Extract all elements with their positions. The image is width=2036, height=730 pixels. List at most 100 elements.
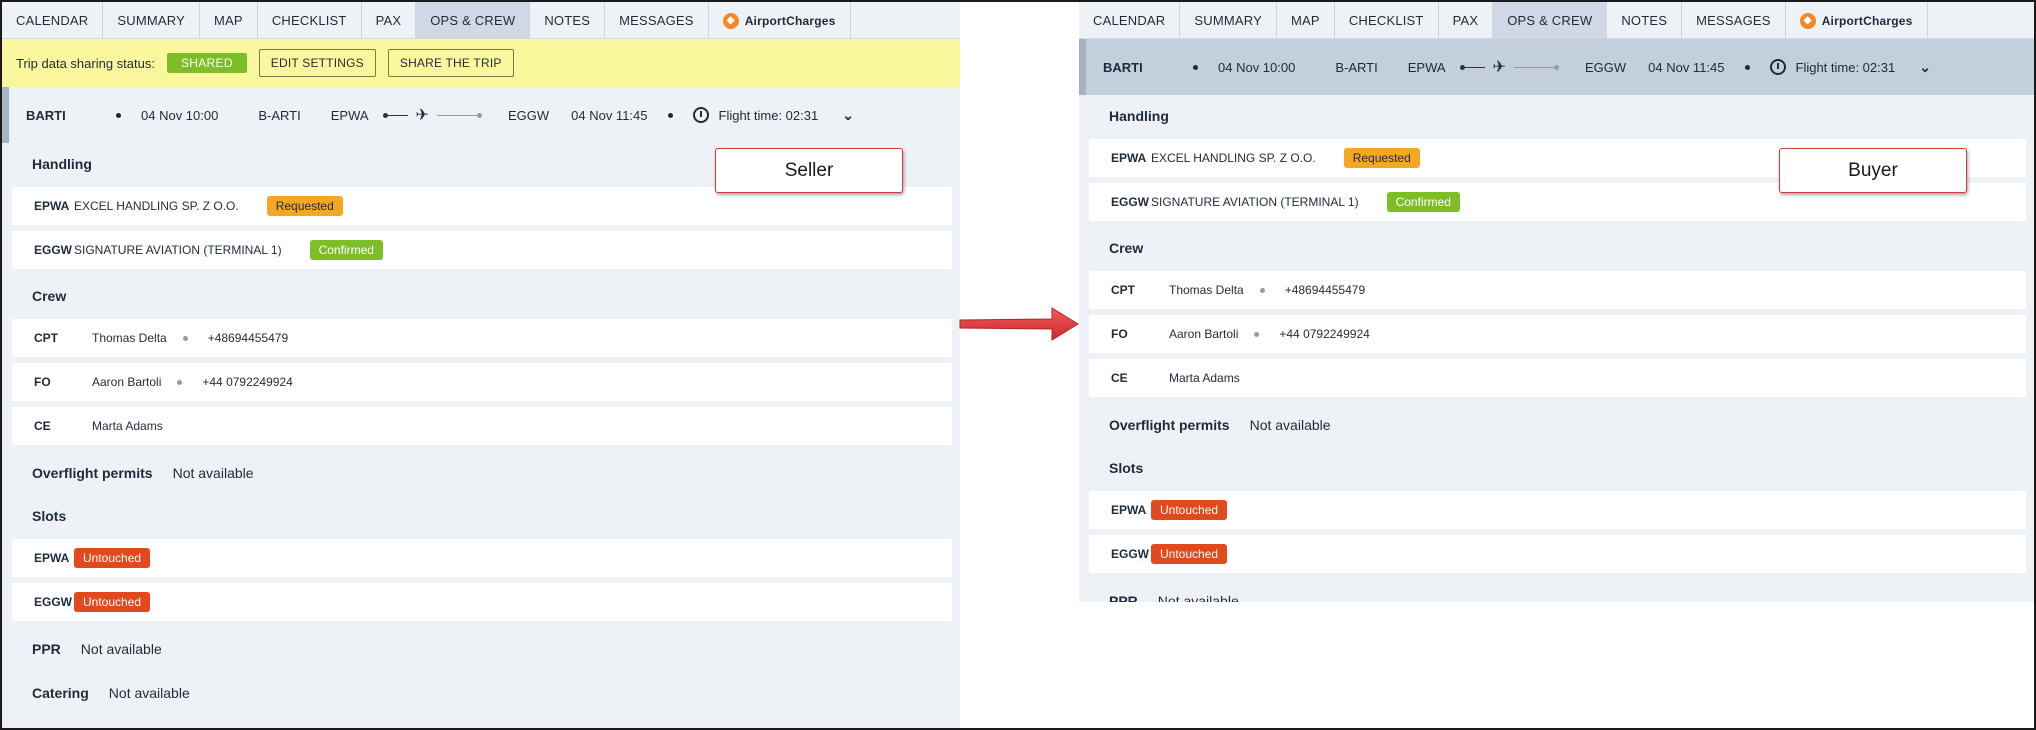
- crew-name: Thomas Delta: [92, 331, 167, 345]
- catering-value: Not available: [108, 685, 190, 701]
- airport-charges-label: AirportCharges: [744, 13, 836, 28]
- crew-row[interactable]: CE Marta Adams: [12, 407, 952, 445]
- handling-code: EPWA: [34, 199, 70, 213]
- separator-dot: [667, 112, 673, 118]
- tab-checklist[interactable]: CHECKLIST: [258, 2, 362, 39]
- crew-role: CE: [1111, 371, 1128, 385]
- tab-calendar[interactable]: CALENDAR: [1079, 2, 1181, 39]
- tab-notes[interactable]: NOTES: [530, 2, 606, 39]
- slot-row[interactable]: EPWA Untouched: [1089, 491, 2026, 529]
- crew-phone: +44 0792249924: [202, 375, 293, 389]
- edit-settings-button[interactable]: EDIT SETTINGS: [258, 49, 376, 77]
- crew-phone: +48694455479: [207, 331, 289, 345]
- ppr-value: Not available: [80, 641, 162, 657]
- separator-dot: [116, 112, 121, 118]
- tab-messages[interactable]: MESSAGES: [605, 2, 709, 39]
- route-line: ✈: [382, 105, 482, 125]
- trip-registration: B-ARTI: [1335, 59, 1378, 75]
- status-badge: Requested: [266, 196, 343, 216]
- trip-header[interactable]: BARTI 04 Nov 10:00 B-ARTI EPWA ✈ EGGW 04…: [1079, 39, 2034, 95]
- airport-charges-label: AirportCharges: [1821, 13, 1913, 28]
- crew-title: Crew: [1109, 240, 1144, 256]
- overflight-value: Not available: [1249, 417, 1331, 433]
- share-status-bar: Trip data sharing status: SHARED EDIT SE…: [2, 39, 960, 87]
- tab-pax[interactable]: PAX: [1439, 2, 1494, 39]
- shared-badge: SHARED: [166, 53, 247, 73]
- tab-airport-charges[interactable]: ◆ AirportCharges: [709, 2, 851, 39]
- tab-messages[interactable]: MESSAGES: [1682, 2, 1786, 39]
- tab-checklist[interactable]: CHECKLIST: [1335, 2, 1439, 39]
- tab-summary[interactable]: SUMMARY: [1180, 2, 1278, 39]
- trip-arr-time: 04 Nov 11:45: [571, 107, 648, 123]
- catering-label: Catering: [32, 685, 89, 701]
- separator-dot: [182, 335, 188, 341]
- crew-phone: +48694455479: [1284, 283, 1366, 297]
- trip-flight-time: Flight time: 02:31: [718, 107, 819, 123]
- handling-name: EXCEL HANDLING SP. Z O.O.: [74, 199, 239, 213]
- status-badge: Untouched: [74, 592, 151, 612]
- trip-registration: B-ARTI: [258, 107, 301, 123]
- share-trip-button[interactable]: SHARE THE TRIP: [387, 49, 514, 77]
- overflight-label: Overflight permits: [1109, 417, 1230, 433]
- airplane-icon: ✈: [415, 107, 429, 124]
- separator-dot: [1193, 64, 1198, 70]
- trip-flight-time: Flight time: 02:31: [1795, 59, 1896, 75]
- tab-bar: CALENDAR SUMMARY MAP CHECKLIST PAX OPS &…: [2, 2, 960, 39]
- ppr-section: PPR Not available: [1079, 579, 2034, 602]
- airport-charges-icon: ◆: [722, 12, 739, 29]
- status-badge: Confirmed: [1386, 192, 1460, 212]
- chevron-down-icon[interactable]: ⌄: [842, 107, 854, 124]
- tab-airport-charges[interactable]: ◆ AirportCharges: [1786, 2, 1928, 39]
- airplane-icon: ✈: [1492, 59, 1506, 76]
- overflight-label: Overflight permits: [32, 465, 153, 481]
- ppr-label: PPR: [1109, 593, 1138, 602]
- ppr-section: PPR Not available: [2, 627, 960, 671]
- timer-icon: [692, 107, 709, 123]
- crew-row[interactable]: CPT Thomas Delta +48694455479: [12, 319, 952, 357]
- crew-row[interactable]: FO Aaron Bartoli +44 0792249924: [12, 363, 952, 401]
- tab-map[interactable]: MAP: [1277, 2, 1335, 39]
- crew-role: FO: [1111, 327, 1128, 341]
- handling-name: SIGNATURE AVIATION (TERMINAL 1): [1151, 195, 1359, 209]
- handling-code: EPWA: [1111, 151, 1147, 165]
- crew-role: FO: [34, 375, 51, 389]
- crew-row[interactable]: CPT Thomas Delta +48694455479: [1089, 271, 2026, 309]
- trip-to: EGGW: [507, 107, 550, 123]
- crew-name: Marta Adams: [92, 419, 163, 433]
- overflight-section: Overflight permits Not available: [1079, 403, 2034, 447]
- buyer-callout: Buyer: [1779, 148, 1967, 193]
- trip-header[interactable]: BARTI 04 Nov 10:00 B-ARTI EPWA ✈ EGGW 04…: [2, 87, 960, 143]
- trip-arr-time: 04 Nov 11:45: [1648, 59, 1725, 75]
- trip-from: EPWA: [330, 107, 369, 123]
- tab-map[interactable]: MAP: [200, 2, 258, 39]
- tab-pax[interactable]: PAX: [362, 2, 417, 39]
- tab-notes[interactable]: NOTES: [1607, 2, 1683, 39]
- chevron-down-icon[interactable]: ⌄: [1919, 59, 1931, 76]
- slot-row[interactable]: EPWA Untouched: [12, 539, 952, 577]
- tab-calendar[interactable]: CALENDAR: [2, 2, 104, 39]
- crew-phone: +44 0792249924: [1279, 327, 1370, 341]
- slot-code: EPWA: [34, 551, 70, 565]
- status-badge: Confirmed: [309, 240, 383, 260]
- slot-row[interactable]: EGGW Untouched: [12, 583, 952, 621]
- crew-row[interactable]: FO Aaron Bartoli +44 0792249924: [1089, 315, 2026, 353]
- slot-row[interactable]: EGGW Untouched: [1089, 535, 2026, 573]
- slots-title: Slots: [32, 508, 67, 524]
- handling-code: EGGW: [1111, 195, 1149, 209]
- status-badge: Requested: [1343, 148, 1420, 168]
- status-badge: Untouched: [74, 548, 151, 568]
- handling-row[interactable]: EGGW SIGNATURE AVIATION (TERMINAL 1) Con…: [12, 231, 952, 269]
- tab-ops-crew[interactable]: OPS & CREW: [416, 2, 531, 39]
- share-status-label: Trip data sharing status:: [16, 55, 155, 71]
- seller-panel: CALENDAR SUMMARY MAP CHECKLIST PAX OPS &…: [2, 2, 960, 728]
- crew-name: Marta Adams: [1169, 371, 1240, 385]
- slot-code: EGGW: [34, 595, 72, 609]
- tab-summary[interactable]: SUMMARY: [103, 2, 201, 39]
- tab-ops-crew[interactable]: OPS & CREW: [1493, 2, 1608, 39]
- crew-name: Aaron Bartoli: [1169, 327, 1239, 341]
- trip-callsign: BARTI: [26, 107, 66, 123]
- crew-title: Crew: [32, 288, 67, 304]
- slot-code: EPWA: [1111, 503, 1147, 517]
- route-line: ✈: [1459, 57, 1559, 77]
- crew-row[interactable]: CE Marta Adams: [1089, 359, 2026, 397]
